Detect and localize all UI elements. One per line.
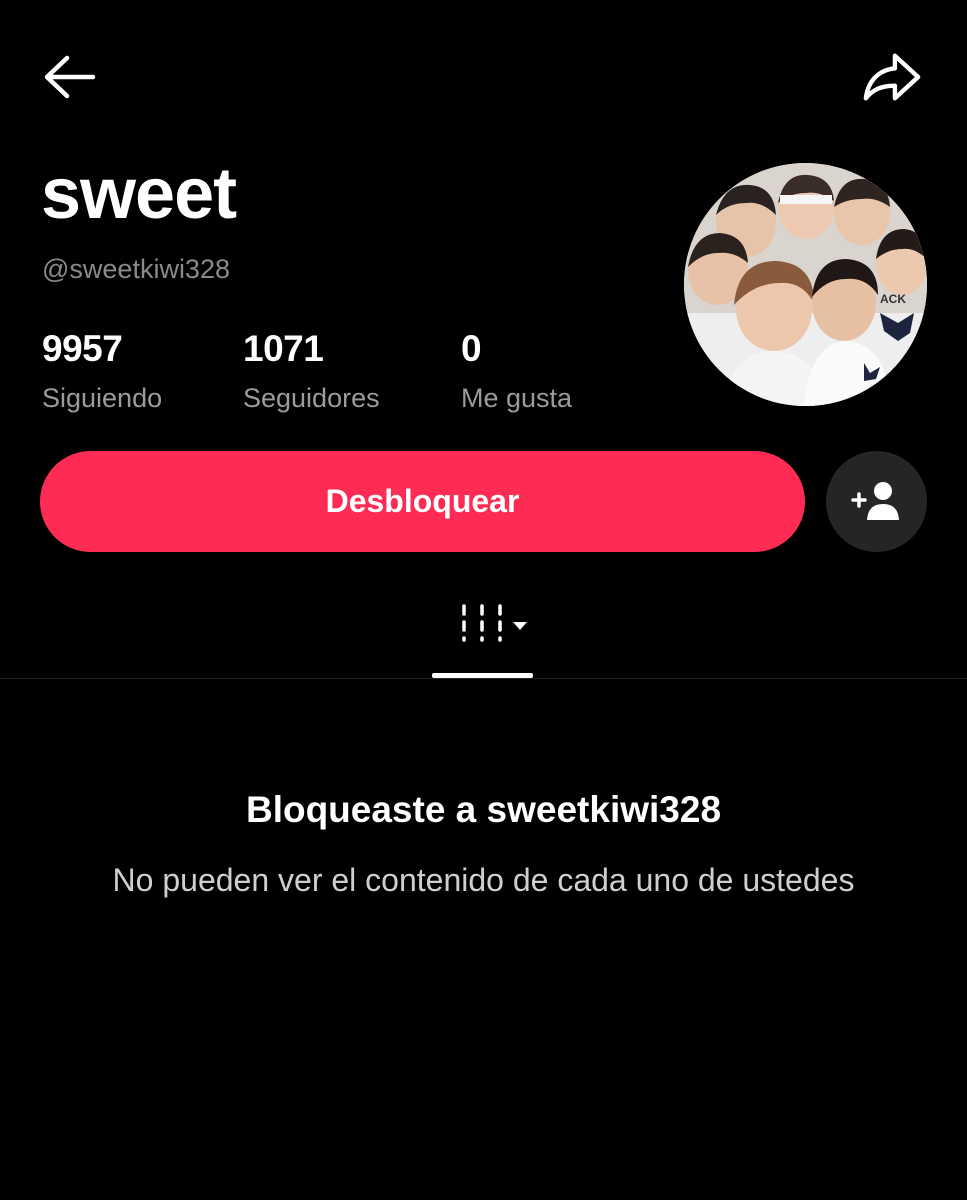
add-user-icon [850, 481, 899, 520]
followers-count: 1071 [243, 328, 324, 369]
group-photo-avatar: ACK [684, 163, 927, 406]
following-count: 9957 [42, 328, 123, 369]
arrow-left-icon [44, 55, 96, 99]
blocked-description: No pueden ver el contenido de cada uno d… [112, 862, 855, 898]
following-label: Siguiendo [42, 383, 163, 413]
videos-grid-icon [461, 604, 502, 642]
stat-following[interactable]: 9957 Siguiendo [42, 330, 162, 412]
share-button[interactable] [862, 47, 922, 107]
stat-likes[interactable]: 0 Me gusta [461, 330, 572, 412]
followers-label: Seguidores [243, 383, 380, 413]
svg-text:ACK: ACK [880, 292, 906, 306]
unblock-button[interactable]: Desbloquear [40, 451, 805, 552]
likes-count: 0 [461, 328, 482, 369]
back-button[interactable] [38, 47, 98, 107]
share-arrow-icon [863, 53, 921, 101]
display-name: sweet [41, 154, 237, 234]
avatar[interactable]: ACK [684, 163, 927, 406]
add-friend-button[interactable] [826, 451, 927, 552]
caret-down-icon [512, 622, 527, 630]
likes-label: Me gusta [461, 383, 573, 413]
stat-followers[interactable]: 1071 Seguidores [243, 330, 380, 412]
tab-videos[interactable] [432, 592, 533, 678]
blocked-title: Bloqueaste a sweetkiwi328 [245, 789, 722, 830]
username: @sweetkiwi328 [42, 254, 230, 284]
divider [0, 678, 967, 679]
